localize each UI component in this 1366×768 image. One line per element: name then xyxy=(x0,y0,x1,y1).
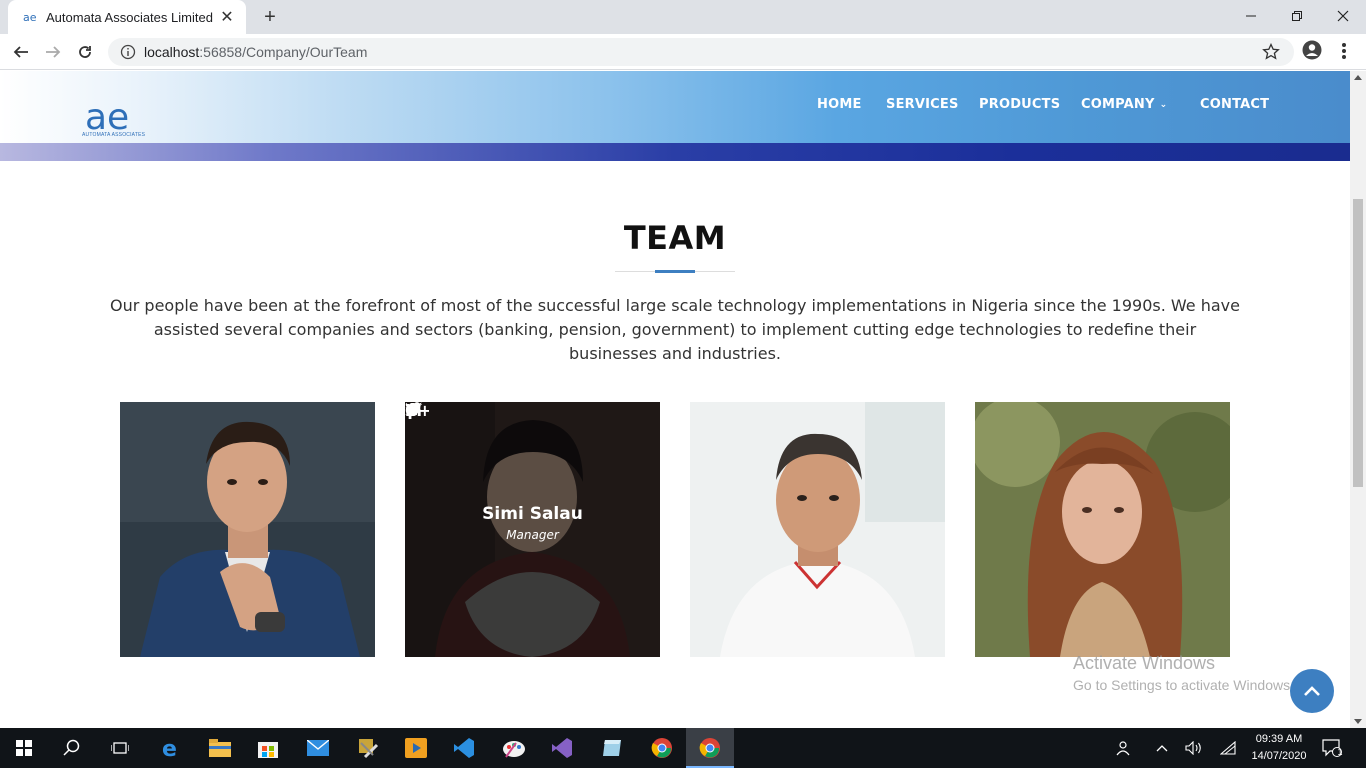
browser-tab-strip: ae Automata Associates Limited ✕ + xyxy=(0,0,1366,34)
browser-menu-icon[interactable] xyxy=(1336,40,1352,62)
svg-text:ae: ae xyxy=(23,11,37,24)
team-member-card-1[interactable] xyxy=(120,402,375,657)
task-view-icon[interactable] xyxy=(96,728,144,768)
profile-avatar-icon[interactable] xyxy=(1302,40,1322,60)
tools-app-icon[interactable] xyxy=(344,728,392,768)
activate-windows-title: Activate Windows xyxy=(1073,653,1216,673)
close-tab-icon[interactable]: ✕ xyxy=(218,8,236,26)
edge-browser-icon[interactable]: e xyxy=(148,728,196,768)
svg-text:ae: ae xyxy=(85,99,129,135)
team-member-card-4[interactable] xyxy=(975,402,1230,657)
nav-home[interactable]: HOME xyxy=(817,97,862,112)
chrome-icon[interactable] xyxy=(638,728,686,768)
microsoft-store-icon[interactable] xyxy=(244,728,292,768)
nav-company[interactable]: COMPANY ⌄ xyxy=(1081,97,1167,112)
address-bar[interactable]: localhost:56858/Company/OurTeam xyxy=(108,38,1294,66)
nav-products[interactable]: PRODUCTS xyxy=(979,97,1060,112)
visual-studio-icon[interactable] xyxy=(538,728,586,768)
info-icon[interactable] xyxy=(120,44,136,60)
team-member-overlay: Simi Salau Manager G+ in xyxy=(405,402,660,657)
vscode-icon[interactable] xyxy=(440,728,488,768)
scroll-down-arrow-icon[interactable] xyxy=(1354,719,1362,724)
mail-icon[interactable] xyxy=(294,728,342,768)
restore-icon[interactable] xyxy=(1274,0,1320,32)
chevron-up-icon xyxy=(1304,686,1320,696)
notification-count: 1 xyxy=(1337,747,1343,757)
page-scrollbar[interactable] xyxy=(1350,71,1366,728)
team-intro-text: Our people have been at the forefront of… xyxy=(110,296,1240,363)
browser-toolbar: localhost:56858/Company/OurTeam xyxy=(0,34,1366,70)
chevron-down-icon: ⌄ xyxy=(1159,100,1168,110)
team-member-name: Simi Salau xyxy=(482,503,583,524)
reload-icon[interactable] xyxy=(72,39,98,65)
page-viewport: ae AUTOMATA ASSOCIATES HOME SERVICES PRO… xyxy=(0,71,1350,728)
site-favicon-icon: ae xyxy=(22,9,38,25)
search-icon[interactable] xyxy=(48,728,96,768)
activate-windows-subtitle: Go to Settings to activate Windows. xyxy=(1073,677,1294,693)
app-window-icon[interactable] xyxy=(588,728,636,768)
url-host: localhost xyxy=(144,44,200,60)
windows-start-icon[interactable] xyxy=(0,728,48,768)
team-member-role: Manager xyxy=(506,527,559,542)
svg-text:e: e xyxy=(162,737,177,759)
url-path: :56858/Company/OurTeam xyxy=(199,44,368,60)
nav-contact[interactable]: CONTACT xyxy=(1200,97,1269,112)
forward-arrow-icon[interactable] xyxy=(40,39,66,65)
volume-icon[interactable] xyxy=(1184,738,1204,758)
team-member-photo-4 xyxy=(975,402,1230,657)
title-accent-bar xyxy=(655,270,695,273)
minimize-icon[interactable] xyxy=(1228,0,1274,32)
close-window-icon[interactable] xyxy=(1320,0,1366,32)
header-banner-strip xyxy=(0,143,1350,161)
wifi-icon[interactable] xyxy=(1218,738,1238,758)
browser-tab[interactable]: ae Automata Associates Limited ✕ xyxy=(8,0,246,34)
file-explorer-icon[interactable] xyxy=(196,728,244,768)
scrollbar-thumb[interactable] xyxy=(1353,199,1363,487)
taskbar-clock[interactable]: 09:39 AM 14/07/2020 xyxy=(1248,731,1310,765)
team-member-card-2[interactable]: Simi Salau Manager G+ in xyxy=(405,402,660,657)
scroll-to-top-button[interactable] xyxy=(1290,669,1334,713)
tab-title: Automata Associates Limited xyxy=(46,9,213,25)
chrome-active-icon[interactable] xyxy=(686,728,734,768)
clock-date: 14/07/2020 xyxy=(1251,750,1307,762)
paint-icon[interactable] xyxy=(490,728,538,768)
logo-caption: AUTOMATA ASSOCIATES xyxy=(82,132,146,138)
chevron-up-tray-icon[interactable] xyxy=(1152,738,1172,758)
svg-text:in: in xyxy=(405,402,422,418)
team-member-photo-1 xyxy=(120,402,375,657)
page-title: TEAM xyxy=(623,219,727,257)
team-member-photo-3 xyxy=(690,402,945,657)
team-member-card-3[interactable] xyxy=(690,402,945,657)
new-tab-button[interactable]: + xyxy=(258,6,282,28)
back-arrow-icon[interactable] xyxy=(8,39,34,65)
windows-taskbar: e 09:39 AM 14/07/2020 1 xyxy=(0,728,1366,768)
media-player-icon[interactable] xyxy=(392,728,440,768)
nav-company-label: COMPANY xyxy=(1081,97,1155,112)
clock-time: 09:39 AM xyxy=(1255,733,1303,745)
people-icon[interactable] xyxy=(1114,738,1134,758)
scroll-up-arrow-icon[interactable] xyxy=(1354,75,1362,80)
nav-services[interactable]: SERVICES xyxy=(886,97,959,112)
bookmark-star-icon[interactable] xyxy=(1262,42,1280,61)
